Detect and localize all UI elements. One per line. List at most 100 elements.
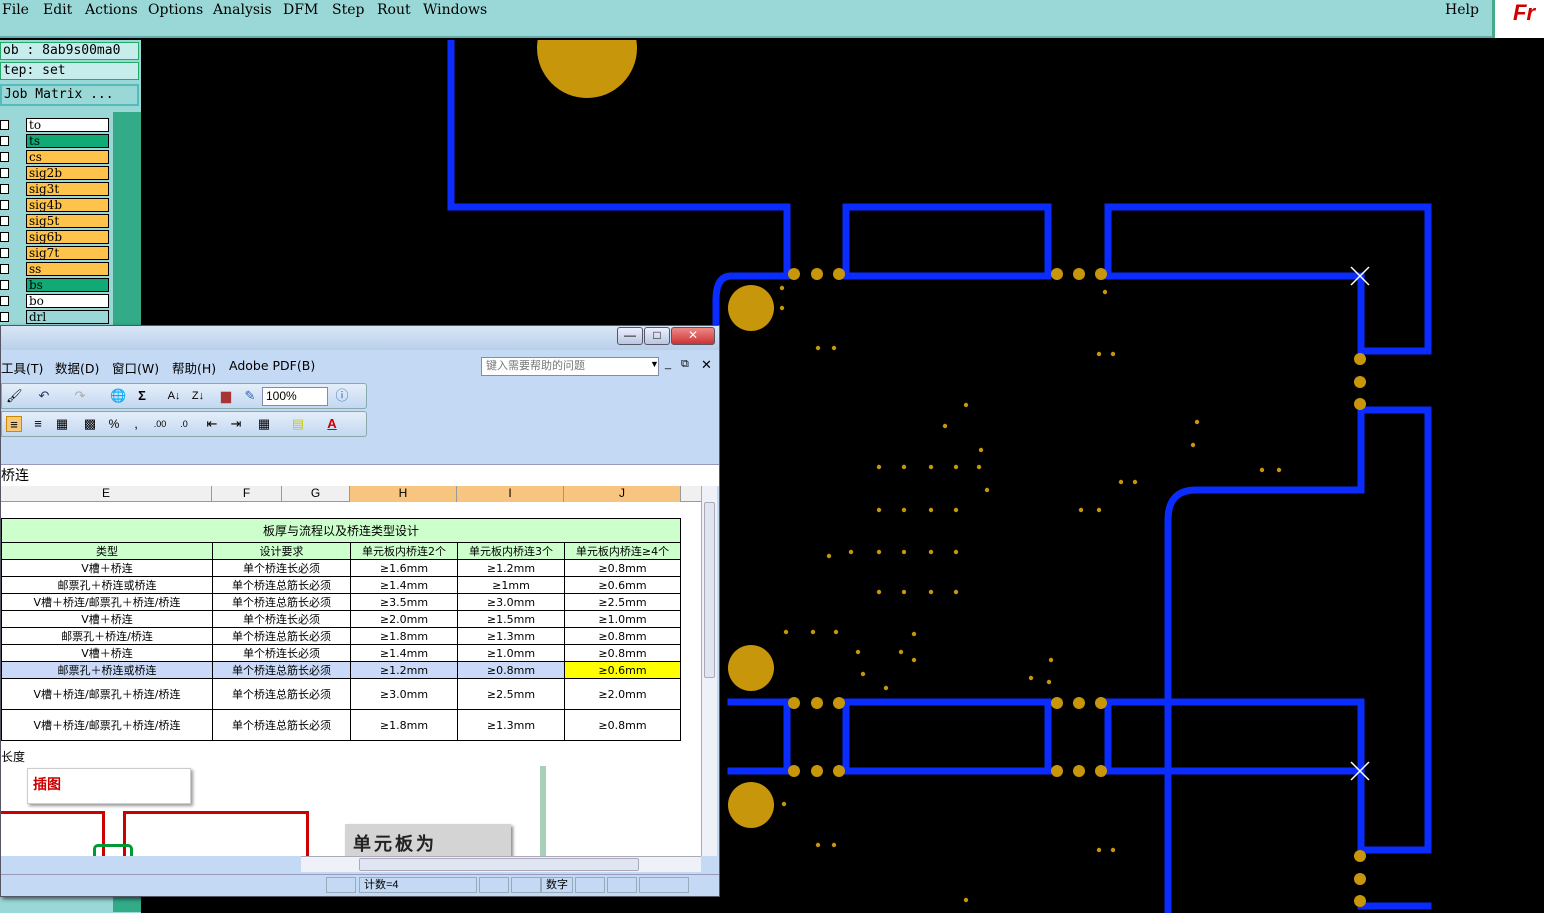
close-button[interactable]: ✕	[671, 327, 715, 345]
table-cell[interactable]: 单个桥连总筋长必须	[212, 709, 351, 741]
layer-name[interactable]: sig5t	[26, 214, 109, 228]
layer-name[interactable]: bs	[26, 278, 109, 292]
currency-icon[interactable]: ▩	[82, 416, 98, 432]
doc-restore-icon[interactable]: ⧉	[681, 358, 689, 371]
layer-checkbox[interactable]	[0, 264, 9, 274]
table-cell[interactable]: ≥0.8mm	[564, 559, 681, 577]
table-cell[interactable]: ≥1.0mm	[457, 644, 565, 662]
layer-checkbox[interactable]	[0, 168, 9, 178]
table-cell[interactable]: V槽＋桥连	[1, 644, 213, 662]
font-color-icon[interactable]: A	[324, 416, 340, 432]
table-cell[interactable]: ≥1.6mm	[350, 559, 458, 577]
layer-row[interactable]: sig6b	[0, 230, 112, 244]
vertical-scrollbar[interactable]	[701, 486, 717, 856]
drawing-icon[interactable]: ✎	[242, 388, 258, 404]
column-header[interactable]: I	[457, 486, 564, 502]
table-cell[interactable]: ≥2.5mm	[564, 593, 681, 611]
column-header[interactable]: F	[212, 486, 282, 502]
table-cell[interactable]: V槽＋桥连/邮票孔＋桥连/桥连	[1, 593, 213, 611]
layer-name[interactable]: sig2b	[26, 166, 109, 180]
menu-windows[interactable]: Windows	[423, 2, 487, 18]
menu-window[interactable]: 窗口(W)	[112, 358, 159, 377]
menu-edit[interactable]: Edit	[43, 2, 72, 18]
layer-name[interactable]: drl	[26, 310, 109, 324]
menu-tools[interactable]: 工具(T)	[1, 358, 43, 377]
layer-row[interactable]: ts	[0, 134, 112, 148]
chevron-down-icon[interactable]: ▼	[650, 359, 659, 369]
table-cell[interactable]: ≥1.2mm	[350, 661, 458, 679]
excel-title-bar[interactable]: — □ ✕	[1, 326, 719, 350]
header-cell[interactable]: 单元板内桥连≥4个	[564, 542, 681, 560]
percent-icon[interactable]: %	[106, 416, 122, 432]
fill-color-icon[interactable]: ▤	[290, 416, 306, 432]
doc-minimize-icon[interactable]: _	[665, 358, 671, 370]
layer-row[interactable]: ss	[0, 262, 112, 276]
table-cell[interactable]: 单个桥连总筋长必须	[212, 593, 351, 611]
table-cell[interactable]: 邮票孔＋桥连或桥连	[1, 576, 213, 594]
menu-file[interactable]: File	[2, 2, 29, 18]
table-cell[interactable]: ≥1.4mm	[350, 576, 458, 594]
layer-name[interactable]: sig7t	[26, 246, 109, 260]
layer-row[interactable]: to	[0, 118, 112, 132]
worksheet[interactable]: 板厚与流程以及桥连类型设计 类型 设计要求 单元板内桥连2个 单元板内桥连3个 …	[1, 502, 701, 856]
layer-row[interactable]: bs	[0, 278, 112, 292]
table-cell[interactable]: ≥1.4mm	[350, 644, 458, 662]
table-cell[interactable]: ≥1.8mm	[350, 709, 458, 741]
hyperlink-icon[interactable]: 🌐	[110, 388, 126, 404]
menu-adobe-pdf[interactable]: Adobe PDF(B)	[229, 358, 315, 373]
table-cell[interactable]: 单个桥连长必须	[212, 644, 351, 662]
layer-checkbox[interactable]	[0, 152, 9, 162]
table-cell[interactable]: ≥0.8mm	[564, 627, 681, 645]
table-cell[interactable]: ≥1.3mm	[457, 709, 565, 741]
help-search-input[interactable]: 键入需要帮助的问题	[481, 357, 659, 376]
table-cell[interactable]: ≥1.2mm	[457, 559, 565, 577]
table-cell[interactable]: ≥1.8mm	[350, 627, 458, 645]
layer-checkbox[interactable]	[0, 280, 9, 290]
menu-options[interactable]: Options	[148, 2, 203, 18]
layer-checkbox[interactable]	[0, 184, 9, 194]
redo-icon[interactable]: ↷	[72, 388, 88, 404]
comma-icon[interactable]: ,	[128, 416, 144, 432]
align-center-icon[interactable]: ≡	[6, 416, 22, 432]
table-cell[interactable]: V槽＋桥连/邮票孔＋桥连/桥连	[1, 709, 213, 741]
table-cell[interactable]: 单个桥连总筋长必须	[212, 627, 351, 645]
layer-checkbox[interactable]	[0, 216, 9, 226]
menu-rout[interactable]: Rout	[377, 2, 411, 18]
sort-ascending-icon[interactable]: A↓	[166, 388, 182, 404]
table-title[interactable]: 板厚与流程以及桥连类型设计	[1, 518, 681, 543]
decrease-indent-icon[interactable]: ⇤	[204, 416, 220, 432]
table-cell[interactable]: 单个桥连长必须	[212, 610, 351, 628]
table-cell[interactable]: 单个桥连总筋长必须	[212, 678, 351, 710]
table-cell[interactable]: ≥0.8mm	[564, 709, 681, 741]
table-cell[interactable]: ≥3.5mm	[350, 593, 458, 611]
increase-indent-icon[interactable]: ⇥	[228, 416, 244, 432]
layer-row[interactable]: sig3t	[0, 182, 112, 196]
job-matrix-button[interactable]: Job Matrix ...	[0, 84, 139, 106]
layer-checkbox[interactable]	[0, 120, 9, 130]
menu-dfm[interactable]: DFM	[283, 2, 318, 18]
layer-name[interactable]: sig3t	[26, 182, 109, 196]
table-cell[interactable]: 单个桥连总筋长必须	[212, 576, 351, 594]
layer-name[interactable]: to	[26, 118, 109, 132]
layer-checkbox[interactable]	[0, 200, 9, 210]
table-cell[interactable]: ≥2.5mm	[457, 678, 565, 710]
autosum-icon[interactable]: Σ	[134, 388, 150, 404]
layer-name[interactable]: cs	[26, 150, 109, 164]
layer-checkbox[interactable]	[0, 312, 9, 322]
layer-checkbox[interactable]	[0, 248, 9, 258]
layer-row[interactable]: sig2b	[0, 166, 112, 180]
menu-help[interactable]: Help	[1445, 2, 1479, 18]
undo-icon[interactable]: ↶	[36, 388, 52, 404]
table-cell[interactable]: ≥0.6mm	[564, 576, 681, 594]
decrease-decimal-icon[interactable]: .0	[176, 416, 192, 432]
doc-close-icon[interactable]: ✕	[701, 357, 712, 373]
format-painter-icon[interactable]: 🖌	[6, 388, 23, 404]
layer-name[interactable]: ss	[26, 262, 109, 276]
help-icon[interactable]: ⓘ	[334, 388, 350, 404]
table-cell[interactable]: 邮票孔＋桥连或桥连	[1, 661, 213, 679]
column-header[interactable]: G	[282, 486, 350, 502]
table-cell[interactable]: ≥2.0mm	[350, 610, 458, 628]
minimize-button[interactable]: —	[617, 327, 643, 345]
zoom-select[interactable]: 100%	[262, 387, 328, 406]
borders-icon[interactable]: ▦	[256, 416, 272, 432]
